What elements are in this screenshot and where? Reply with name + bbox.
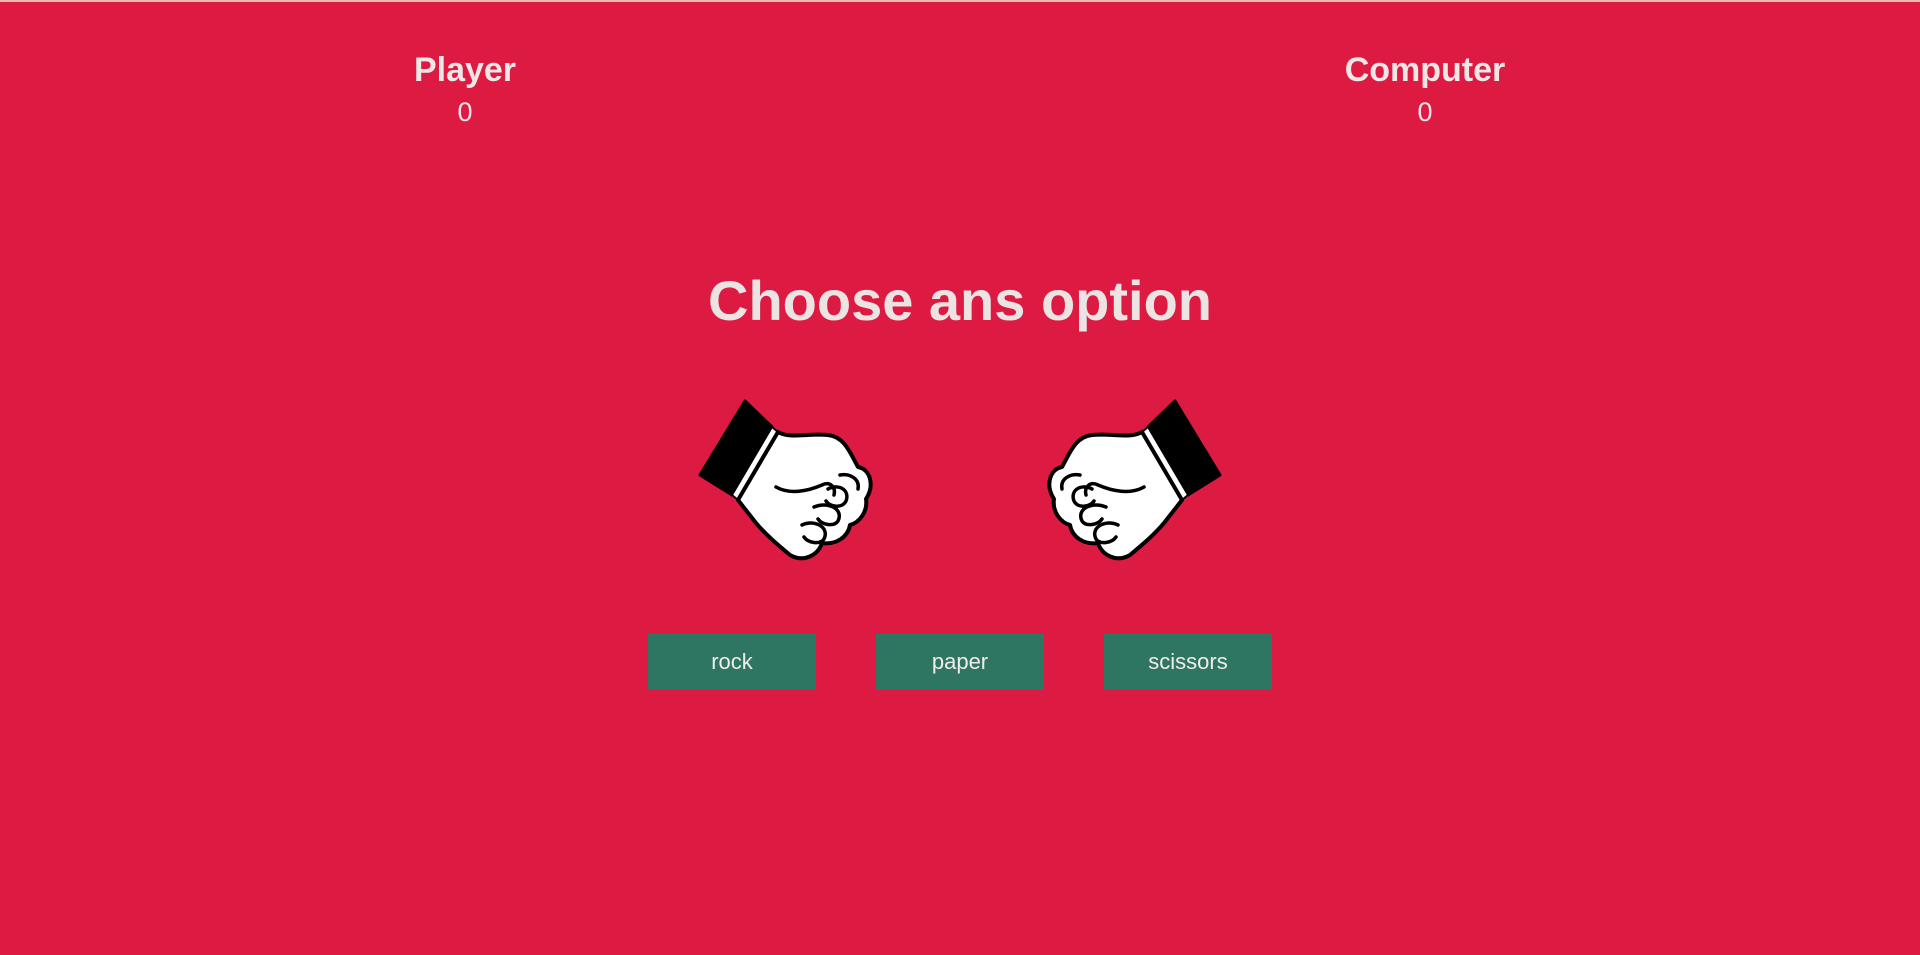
prompt-title: Choose ans option	[708, 269, 1212, 332]
player-score-value: 0	[457, 97, 473, 127]
player-score: Player 0	[315, 48, 615, 130]
choice-buttons: rock paper scissors	[0, 634, 1920, 690]
scissors-button[interactable]: scissors	[1104, 634, 1272, 690]
computer-score: Computer 0	[1275, 48, 1575, 130]
player-hand-fist-icon	[690, 395, 890, 570]
computer-score-value: 0	[1417, 97, 1433, 127]
paper-button[interactable]: paper	[876, 634, 1044, 690]
top-border	[0, 0, 1920, 2]
computer-hand-fist-icon	[1030, 395, 1230, 570]
player-label: Player	[413, 51, 517, 89]
rock-button[interactable]: rock	[648, 634, 816, 690]
computer-label: Computer	[1344, 51, 1506, 89]
